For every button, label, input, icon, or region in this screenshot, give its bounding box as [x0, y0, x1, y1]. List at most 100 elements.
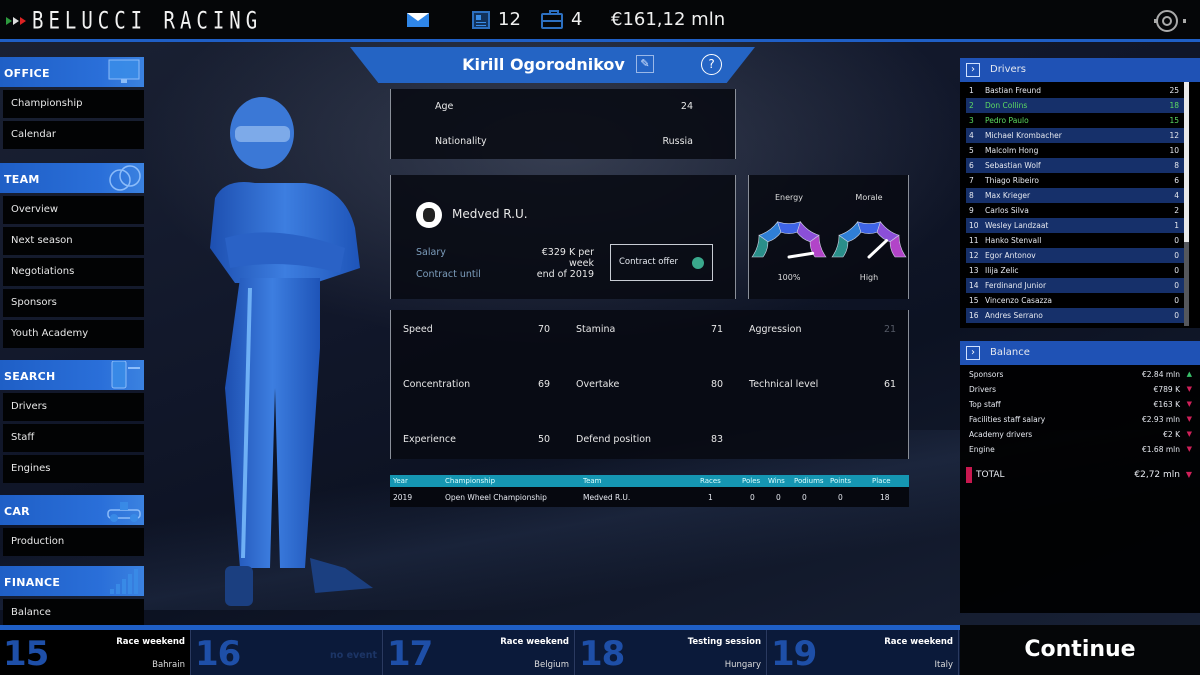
sidebar-section-search: SEARCH [0, 360, 144, 390]
standings-row[interactable]: 9 Carlos Silva 2 [966, 203, 1184, 218]
points: 0 [1174, 281, 1179, 290]
helmets-icon [109, 165, 141, 191]
stat-value: 70 [538, 324, 551, 335]
standings-row[interactable]: 14 Ferdinand Junior 0 [966, 278, 1184, 293]
stat-value: 83 [711, 434, 724, 445]
section-label: TEAM [4, 173, 40, 186]
balance-list: Sponsors €2.84 mln ▲ Drivers €789 K ▼ Top staf… [960, 365, 1200, 457]
standings-row[interactable]: 1 Bastian Freund 25 [966, 83, 1184, 98]
calendar-week[interactable]: 15 Race weekend Bahrain [0, 630, 191, 675]
sidebar-item-balance[interactable]: Balance [3, 599, 144, 627]
mail-icon[interactable] [407, 13, 429, 27]
week-number: 18 [579, 634, 625, 674]
balance-row: Facilities staff salary €2.93 mln ▼ [969, 412, 1194, 427]
column-header[interactable]: Poles [742, 477, 760, 485]
calendar-week[interactable]: 17 Race weekend Belgium [384, 630, 575, 675]
drivers-list: 1 Bastian Freund 25 2 Don Collins 18 3 Pedro Pa… [960, 82, 1200, 323]
offers-count: 4 [571, 9, 583, 30]
sidebar-item-next-season[interactable]: Next season [3, 227, 144, 255]
contract-offer-label: Contract offer [619, 257, 679, 267]
standings-row[interactable]: 3 Pedro Paulo 15 [966, 113, 1184, 128]
sidebar-item-negotiations[interactable]: Negotiations [3, 258, 144, 286]
stat-label: Aggression [749, 324, 802, 335]
standings-row[interactable]: 12 Egor Antonov 0 [966, 248, 1184, 263]
sidebar-item-calendar[interactable]: Calendar [3, 121, 144, 149]
balance-header[interactable]: › Balance [960, 341, 1200, 365]
column-header[interactable]: Team [583, 477, 602, 485]
table-cell: 1 [708, 493, 713, 502]
table-row[interactable]: 2019 Open Wheel Championship Medved R.U. 1 0… [390, 487, 909, 507]
standings-row[interactable]: 6 Sebastian Wolf 8 [966, 158, 1184, 173]
contract-offer-button[interactable]: Contract offer [610, 244, 713, 281]
team-name: BELUCCI RACING [32, 7, 263, 35]
balance-value: €2 K [1163, 430, 1180, 439]
drivers-header[interactable]: › Drivers [960, 58, 1200, 82]
standings-row[interactable]: 13 Ilija Zelic 0 [966, 263, 1184, 278]
driver-name: Max Krieger [985, 191, 1031, 200]
section-label: CAR [4, 505, 30, 518]
car-icon [107, 502, 141, 522]
table-cell: 0 [750, 493, 755, 502]
standings-row[interactable]: 8 Max Krieger 4 [966, 188, 1184, 203]
trend-down-icon: ▼ [1186, 400, 1192, 408]
points: 15 [1169, 116, 1179, 125]
info-panel: Age 24 Nationality Russia [390, 89, 736, 159]
position: 4 [969, 131, 974, 140]
position: 13 [969, 266, 979, 275]
driver-name: Hanko Stenvall [985, 236, 1042, 245]
news-button[interactable]: 12 [472, 9, 521, 30]
scrollbar-thumb[interactable] [1184, 82, 1189, 242]
standings-row[interactable]: 2 Don Collins 18 [966, 98, 1184, 113]
position: 3 [969, 116, 974, 125]
points: 2 [1174, 206, 1179, 215]
help-icon[interactable]: ? [701, 54, 722, 75]
standings-row[interactable]: 10 Wesley Landzaat 1 [966, 218, 1184, 233]
standings-row[interactable]: 11 Hanko Stenvall 0 [966, 233, 1184, 248]
sidebar-item-engines[interactable]: Engines [3, 455, 144, 483]
standings-row[interactable]: 15 Vincenzo Casazza 0 [966, 293, 1184, 308]
position: 14 [969, 281, 979, 290]
chevron-right-icon[interactable]: › [966, 346, 980, 360]
balance-row: Engine €1.68 mln ▼ [969, 442, 1194, 457]
flag-arrows-icon [6, 17, 26, 25]
sidebar-item-championship[interactable]: Championship [3, 90, 144, 118]
stat-label: Overtake [576, 379, 620, 390]
event-location: Hungary [724, 660, 761, 670]
section-label: SEARCH [4, 370, 56, 383]
standings-row[interactable]: 7 Thiago Ribeiro 6 [966, 173, 1184, 188]
standings-row[interactable]: 4 Michael Krombacher 12 [966, 128, 1184, 143]
column-header[interactable]: Races [700, 477, 721, 485]
standings-row[interactable]: 16 Andres Serrano 0 [966, 308, 1184, 323]
position: 5 [969, 146, 974, 155]
continue-button[interactable]: Continue [960, 625, 1200, 675]
sidebar-item-overview[interactable]: Overview [3, 196, 144, 224]
column-header[interactable]: Points [830, 477, 851, 485]
calendar-week[interactable]: 18 Testing session Hungary [576, 630, 767, 675]
sidebar-item-youth-academy[interactable]: Youth Academy [3, 320, 144, 348]
driver-name: Sebastian Wolf [985, 161, 1041, 170]
column-header[interactable]: Podiums [794, 477, 824, 485]
standings-row[interactable]: 5 Malcolm Hong 10 [966, 143, 1184, 158]
column-header[interactable]: Wins [768, 477, 785, 485]
balance-label: Academy drivers [969, 430, 1033, 439]
chevron-right-icon[interactable]: › [966, 63, 980, 77]
top-bar: BELUCCI RACING 12 4 €161,12 mln [0, 0, 1200, 42]
edit-pencil-icon[interactable]: ✎ [636, 55, 654, 73]
calendar-week[interactable]: 19 Race weekend Italy [768, 630, 959, 675]
gear-icon[interactable] [1154, 10, 1186, 32]
money-display: €161,12 mln [611, 9, 725, 30]
drivers-scrollbar[interactable] [1184, 82, 1189, 326]
stat-value: 61 [884, 379, 897, 390]
column-header[interactable]: Championship [445, 477, 495, 485]
sidebar-item-drivers[interactable]: Drivers [3, 393, 144, 421]
column-header[interactable]: Place [872, 477, 891, 485]
total-value: €2,72 mln [1134, 470, 1180, 480]
sidebar-item-sponsors[interactable]: Sponsors [3, 289, 144, 317]
sidebar-section-finance: FINANCE [0, 566, 144, 596]
column-header[interactable]: Year [393, 477, 408, 485]
calendar-week[interactable]: 16 no event [192, 630, 383, 675]
sidebar-item-production[interactable]: Production [3, 528, 144, 556]
offers-button[interactable]: 4 [541, 9, 582, 30]
energy-value: 100% [777, 273, 801, 282]
sidebar-item-staff[interactable]: Staff [3, 424, 144, 452]
